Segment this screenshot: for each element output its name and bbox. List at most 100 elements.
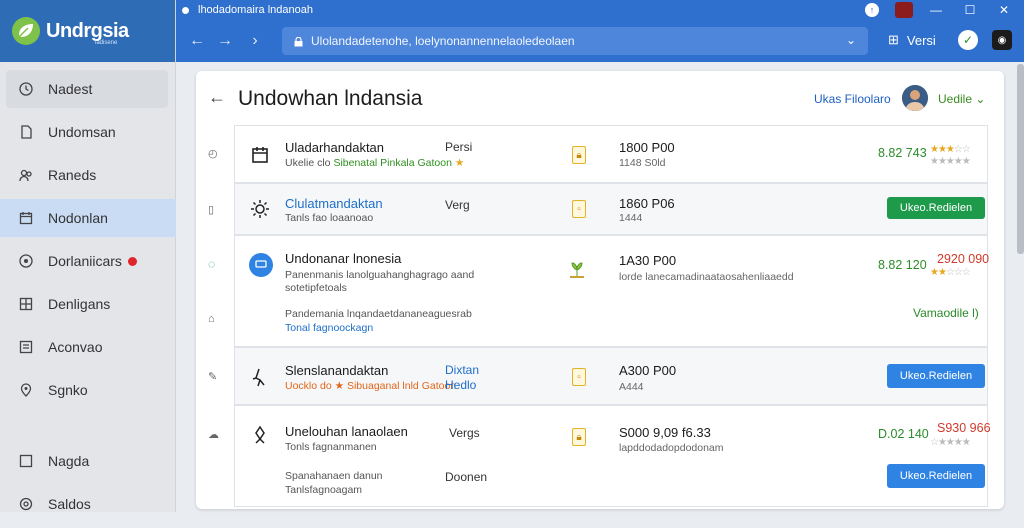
list-icon [18,339,34,355]
view-details-link[interactable]: Vamaodile l) [913,306,979,320]
chevron-right-icon[interactable]: › [242,28,268,54]
rating-stars: ★★☆☆☆ [930,267,971,278]
sidebar-item-label: Nadest [48,81,93,97]
plant-icon [566,258,588,280]
row-column[interactable]: Dixtan [445,363,479,377]
sidebar-item-label: Nodonlan [48,210,108,226]
close-icon[interactable]: ✕ [990,0,1018,20]
back-nav-icon[interactable]: ← [184,28,210,54]
sidebar-item-label: Nagda [48,453,90,469]
lock-badge-icon: 🔒︎ [572,146,586,164]
row-subtitle-3: Pandemania lnqandaetdananeaguesrab [285,308,472,320]
sidebar-item-undomsan[interactable]: Undomsan [6,113,168,151]
row-title[interactable]: Clulatmandaktan [285,196,383,211]
sidebar-item-nodonlan[interactable]: Nodonlan [0,199,176,237]
user-menu-label: Uedile [938,92,973,106]
row-amount: 8.82 120 [878,258,927,272]
row-sub-highlight: Sibenatal Pinkala Gatoon [333,157,452,169]
calendar-icon [18,210,34,226]
tab-favicon-icon [182,6,189,14]
action-button[interactable]: Ukeo.Redielen [887,364,985,388]
table-row[interactable]: Slenslanandaktan Uocklo do ★ Sibuaganal … [234,347,988,405]
user-menu[interactable]: Uedile ⌄ [938,92,985,106]
sidebar-item-nagda[interactable]: Nagda [6,442,168,480]
lightbulb-icon [249,424,271,446]
brand-sub: ladisene [95,40,118,46]
brand[interactable]: Undrgsia ladisene [0,0,175,62]
people-icon [18,167,34,183]
sidebar-item-label: Denligans [48,296,111,312]
runner-icon [249,366,271,388]
clock-small-icon[interactable]: ◴ [208,147,218,160]
edit-icon[interactable]: ✎ [208,370,217,383]
row-amount: 8.82 743 [878,146,927,160]
extensions-button[interactable]: ⊞ Versi [888,32,936,48]
sidebar-item-raneds[interactable]: Raneds [6,156,168,194]
row-subtitle-2: sotetipfetoals [285,282,347,294]
cloud-icon[interactable]: ☁ [208,428,219,441]
lock-icon [294,36,303,47]
row-column-2: Doonen [445,470,488,484]
rating-stars: ★★★☆☆ [930,144,971,155]
sidebar-item-label: Dorlaniicars [48,253,122,269]
row-subtitle: Uocklo do ★ Sibuaganal lnld Gatoon [285,380,456,392]
sidebar-item-label: Raneds [48,167,97,183]
table-row[interactable]: Undonanar lnonesia Panenmanis lanolguaha… [234,235,989,347]
book-icon[interactable]: ▯ [208,203,214,216]
sidebar-item-saldos[interactable]: Saldos [6,485,168,523]
upload-icon[interactable]: ↑ [858,0,886,20]
row-price-sub: 1444 [619,212,643,224]
forward-nav-icon[interactable]: → [212,28,238,54]
sidebar-item-nadest[interactable]: Nadest [6,70,168,108]
row-column: Persi [445,140,473,154]
maximize-icon[interactable]: ☐ [956,0,984,20]
star-icon: ★ [454,157,465,169]
action-button[interactable]: Ukeo.Redielen [887,197,985,219]
action-button[interactable]: Ukeo.Redielen [887,464,985,488]
sidebar-item-dorlaniicars[interactable]: Dorlaniicars [6,242,168,280]
row-price: 1A30 P00 [619,253,677,268]
chevron-down-icon: ⌄ [975,92,986,106]
table-row[interactable]: Clulatmandaktan Tanls fao loaanoao Verg … [234,183,988,235]
minimize-icon[interactable]: — [922,0,950,20]
avatar[interactable] [902,85,928,111]
sun-icon [249,198,271,220]
sidebar-item-label: Aconvao [48,339,103,355]
row-sub-text: Ukelie clo [285,157,331,169]
chevron-down-icon[interactable]: ⌄ [846,33,856,47]
address-row: ← → › Ulolandadetenohe, loelynonannennel… [176,24,1024,58]
panel-header: ← Undowhan lndansia Ukas Filoolaro Uedil… [196,71,1004,125]
back-arrow-icon[interactable]: ← [208,87,226,108]
row-title: Uladarhandaktan [285,140,385,155]
row-subtitle-3: Tanlsfagnoagam [285,484,363,496]
table-row[interactable]: Uladarhandaktan Ukelie clo Sibenatal Pin… [234,125,988,183]
row-sub-highlight: Sibuaganal lnld Gatoon [346,380,457,392]
scrollbar[interactable] [1017,64,1024,254]
user-name[interactable]: Ukas Filoolaro [814,92,891,106]
sidebar-item-denligans[interactable]: Denligans [6,285,168,323]
browser-toolbar: lhodadomaira lndanoah ↑ — ☐ ✕ ← → › Ulol… [176,0,1024,62]
row-link[interactable]: Tonal fagnoockagn [285,322,373,334]
table-row[interactable]: Unelouhan lanaolaen Tonls fagnanmanen Sp… [234,405,991,507]
sidebar-item-aconvao[interactable]: Aconvao [6,328,168,366]
row-price: S000 9,09 f6.33 [619,425,711,440]
browser-tab[interactable]: lhodadomaira lndanoah [182,0,342,20]
refresh-icon[interactable]: ◌ [208,257,215,271]
row-amount-secondary: S930 966 [937,421,991,435]
row-column-2[interactable]: Hedlo [445,378,476,392]
settings-icon [18,496,34,512]
address-bar[interactable]: Ulolandadetenohe, loelynonannennelaolede… [282,27,868,55]
notification-badge [127,256,137,266]
pin-icon [18,382,34,398]
profile-button[interactable]: ✓ [958,30,978,50]
home-icon[interactable]: ⌂ [208,313,215,325]
row-price-sub: lorde lanecamadinaataosahenliaaedd [619,271,794,283]
menu-button[interactable]: ◉ [992,30,1012,50]
extension-red-icon[interactable] [890,0,918,20]
row-title: Slenslanandaktan [285,363,389,378]
extension-label: Versi [906,32,936,48]
sidebar-item-sgnko[interactable]: Sgnko [6,371,168,409]
row-column: Verg [445,198,470,212]
row-price-sub: 1148 S0ld [619,157,666,169]
row-price: 1860 P06 [619,196,675,211]
